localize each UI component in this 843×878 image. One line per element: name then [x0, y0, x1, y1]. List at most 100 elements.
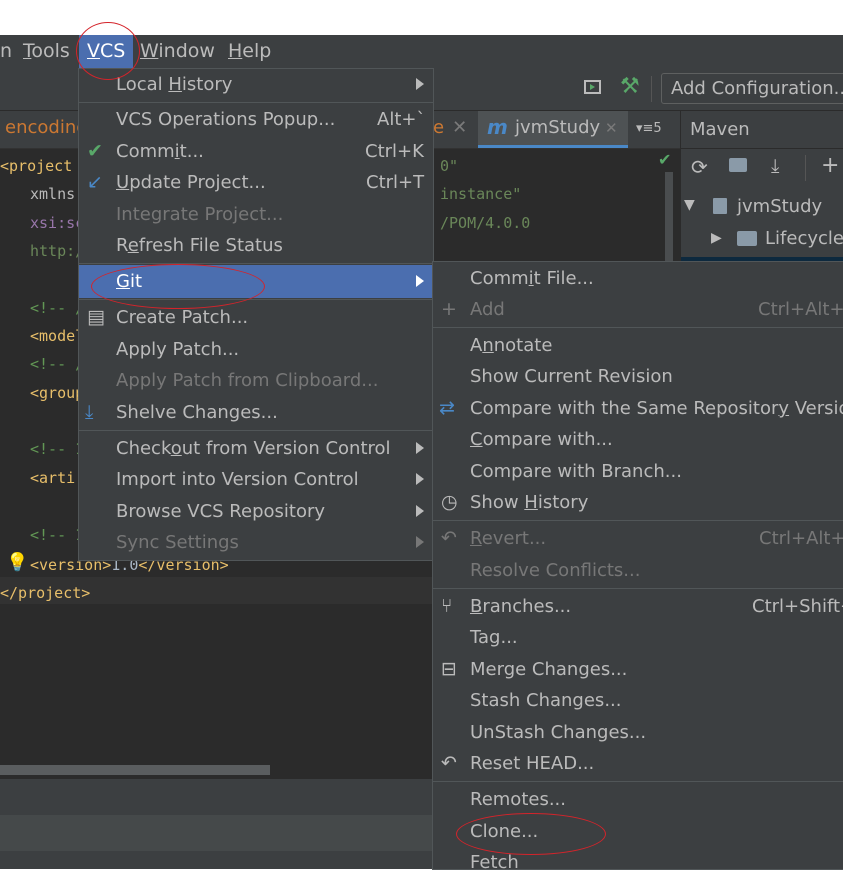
branch-icon: ⑂: [441, 595, 453, 617]
reimport-folder-icon[interactable]: [729, 158, 747, 172]
submenu-arrow-icon: [416, 442, 424, 454]
shortcut-label: Ctrl+Alt+A: [758, 299, 843, 320]
menu-window[interactable]: Window: [140, 35, 215, 69]
tab-label: jvmStudy: [515, 117, 601, 138]
reset-icon: ↶: [441, 752, 457, 774]
menu-item-tag[interactable]: Tag...: [433, 622, 843, 653]
menu-item-browse-vcs-repository[interactable]: Browse VCS Repository: [79, 496, 433, 527]
status-bar: [0, 851, 433, 869]
maven-project-node[interactable]: jvmStudy: [737, 196, 822, 217]
menu-item-resolve-conflicts: Resolve Conflicts...: [470, 560, 641, 581]
divider: [805, 155, 806, 181]
code-http: http:/: [30, 242, 85, 260]
menu-item-commit[interactable]: ✔ Commit... Ctrl+K: [79, 136, 433, 167]
shortcut-label: Ctrl+Shift+`: [752, 596, 843, 617]
close-icon[interactable]: ✕: [605, 119, 618, 137]
editor-tab-fragment[interactable]: e ✕: [433, 117, 467, 138]
maven-selection-strip: [681, 257, 843, 261]
tab-overflow-button[interactable]: ▾≡5: [636, 121, 662, 136]
build-hammer-icon[interactable]: ⚒: [620, 74, 640, 99]
lightbulb-icon[interactable]: 💡: [6, 552, 28, 573]
menu-item-sync-settings: Sync Settings: [79, 527, 433, 558]
close-icon[interactable]: ✕: [452, 117, 467, 138]
compare-arrows-icon: ⇄: [439, 397, 455, 419]
code-fragment: instance": [440, 185, 522, 203]
maven-project-icon: [713, 198, 727, 214]
menu-item-commit-file[interactable]: Commit File...: [433, 263, 843, 294]
submenu-arrow-icon: [416, 473, 424, 485]
maven-lifecycle-node[interactable]: Lifecycle: [765, 228, 843, 249]
divider: [433, 781, 843, 782]
divider: [79, 263, 433, 264]
menu-item-remotes[interactable]: Remotes...: [433, 784, 843, 815]
menu-item-compare-with[interactable]: Compare with...: [433, 424, 843, 455]
menu-item-git[interactable]: Git: [79, 265, 433, 298]
menu-item-stash-changes[interactable]: Stash Changes...: [433, 685, 843, 716]
menu-item-branches[interactable]: ⑂Branches...Ctrl+Shift+`: [433, 591, 843, 622]
revert-icon: ↶: [441, 527, 457, 549]
maven-panel: Maven ⟳ ⤓ + ▼ jvmStudy ▶ Lifecycle: [680, 111, 843, 261]
menu-navigate-fragment[interactable]: n: [0, 35, 12, 69]
menu-item-compare-with-branch[interactable]: Compare with Branch...: [433, 456, 843, 487]
code-xsi: xsi:sc: [30, 214, 85, 232]
add-configuration-label: Add Configuration...: [671, 78, 843, 99]
collapse-arrow-icon[interactable]: ▶: [711, 230, 722, 246]
refresh-icon[interactable]: ⟳: [691, 155, 708, 179]
divider: [681, 148, 843, 149]
maven-m-icon: m: [487, 115, 508, 139]
menu-item-reset-head[interactable]: ↶ Reset HEAD...: [433, 748, 843, 779]
editor-vertical-scrollbar[interactable]: [665, 172, 673, 262]
download-icon[interactable]: ⤓: [771, 155, 779, 177]
code-xmlns: xmlns:: [30, 185, 85, 203]
menu-item-update-project[interactable]: ↙ Update Project... Ctrl+T: [79, 167, 433, 198]
code-project-open: <project x: [0, 157, 91, 175]
shortcut-label: Ctrl+T: [366, 172, 425, 193]
menu-vcs[interactable]: VCS: [79, 35, 134, 69]
menu-item-show-current-revision[interactable]: Show Current Revision: [433, 361, 843, 392]
add-configuration-button[interactable]: Add Configuration...: [661, 73, 843, 104]
menu-item-fetch[interactable]: Fetch: [433, 847, 843, 878]
submenu-arrow-icon: [416, 536, 424, 548]
menu-item-annotate[interactable]: Annotate: [433, 330, 843, 361]
shortcut-label: Ctrl+K: [365, 141, 424, 162]
code-group-id: <group: [30, 384, 85, 402]
tab-overflow-count: 5: [653, 121, 662, 136]
menu-item-clone[interactable]: Clone...: [433, 816, 843, 847]
divider: [433, 520, 843, 521]
menu-item-create-patch[interactable]: ▤ Create Patch...: [79, 302, 433, 333]
update-arrow-icon: ↙: [87, 171, 103, 193]
menu-item-refresh-file-status[interactable]: Refresh File Status: [79, 230, 433, 261]
menu-label: n: [0, 40, 13, 62]
clock-icon: ◷: [441, 491, 458, 513]
check-icon: ✔: [87, 140, 103, 162]
menu-label: indow: [158, 40, 215, 62]
menu-tools[interactable]: Tools: [23, 35, 70, 69]
menu-item-local-history[interactable]: Local History: [79, 69, 433, 100]
menu-item-checkout-from-vcs[interactable]: Checkout from Version Control: [79, 433, 433, 464]
editor-tab-jvmstudy[interactable]: m jvmStudy ✕: [478, 111, 628, 148]
menu-item-add: +AddCtrl+Alt+A: [433, 294, 843, 325]
toolbar-divider: [651, 76, 652, 102]
menu-item-apply-patch[interactable]: Apply Patch...: [79, 334, 433, 365]
plus-icon[interactable]: +: [821, 153, 839, 178]
editor-horizontal-scrollbar[interactable]: [0, 765, 270, 775]
divider: [433, 588, 843, 589]
menu-item-compare-same-repo-version[interactable]: ⇄Compare with the Same Repository Versio…: [433, 393, 843, 424]
menu-item-show-history[interactable]: ◷ Show History: [433, 487, 843, 518]
menu-item-shelve-changes[interactable]: ⤓ Shelve Changes...: [79, 397, 433, 428]
menu-mnemonic: H: [228, 40, 243, 62]
divider: [433, 327, 843, 328]
editor-tab-encoding[interactable]: encoding: [5, 117, 88, 138]
divider: [79, 102, 433, 103]
menu-item-unstash-changes[interactable]: UnStash Changes...: [433, 717, 843, 748]
menu-label: elp: [242, 40, 272, 62]
menu-item-merge-changes[interactable]: ⊟ Merge Changes...: [433, 654, 843, 685]
code-comment: <!-- /: [30, 299, 85, 317]
menu-help[interactable]: Help: [228, 35, 271, 69]
run-window-icon[interactable]: [584, 80, 601, 94]
menu-item-integrate-project: Integrate Project...: [116, 204, 284, 225]
shelve-icon: ⤓: [85, 401, 94, 423]
menu-item-vcs-operations-popup[interactable]: VCS Operations Popup... Alt+`: [79, 104, 433, 135]
expand-arrow-icon[interactable]: ▼: [684, 197, 695, 213]
menu-item-import-into-vcs[interactable]: Import into Version Control: [79, 464, 433, 495]
